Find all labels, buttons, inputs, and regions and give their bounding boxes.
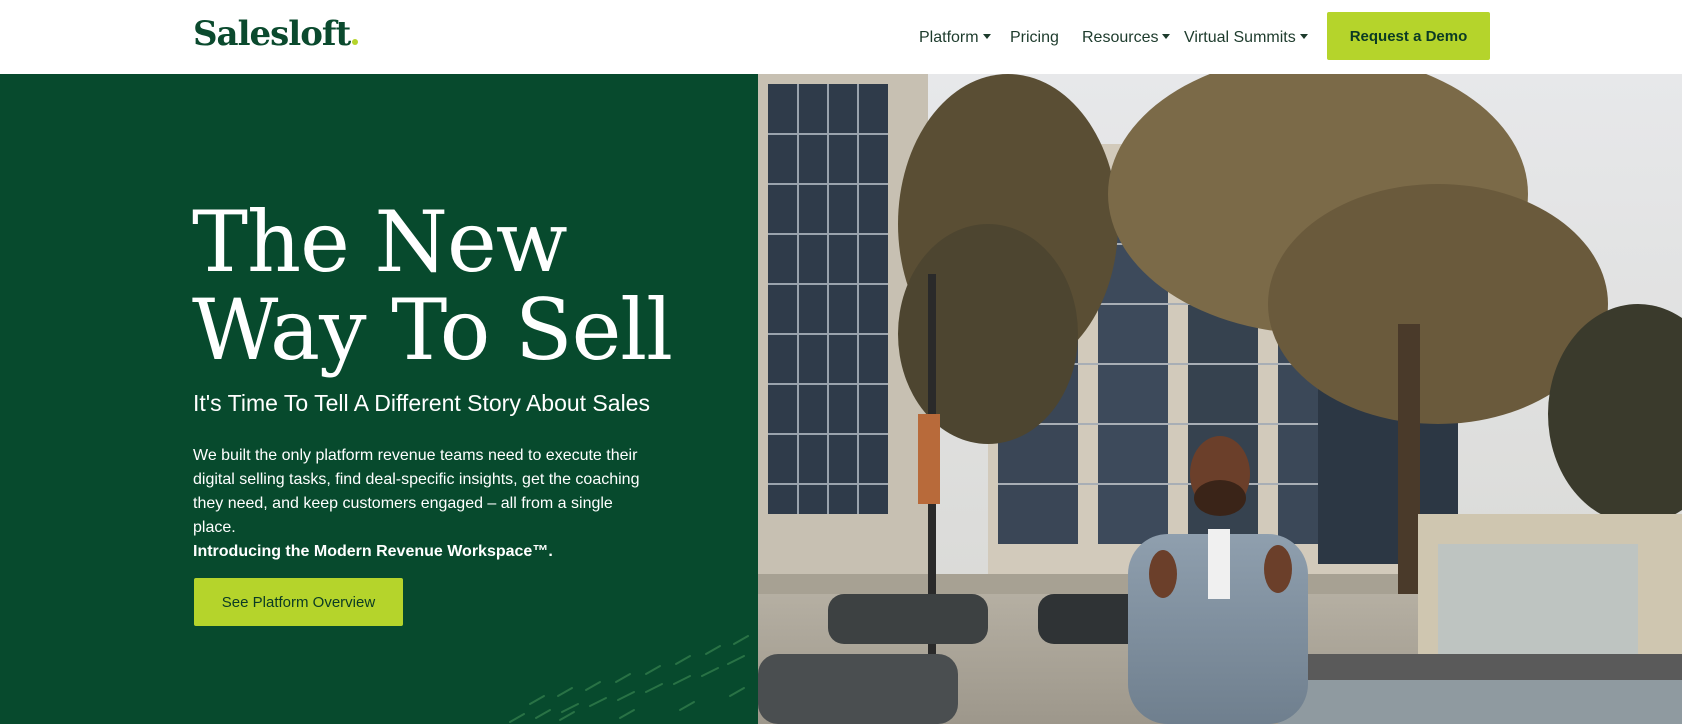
nav-label: Platform [919,29,979,46]
hero-description: We built the only platform revenue teams… [193,444,653,564]
hero-video-still [758,74,1682,724]
nav-label: Resources [1082,29,1159,46]
hero-body-strong: Introducing the Modern Revenue Workspace… [193,543,553,560]
nav-item-pricing[interactable]: Pricing [1010,26,1059,50]
hero-title: The New Way To Sell [192,198,752,374]
caret-down-icon [1162,33,1171,39]
hero-video[interactable] [758,74,1682,724]
nav-label: Virtual Summits [1184,29,1296,46]
nav-item-resources[interactable]: Resources [1082,26,1171,50]
nav-item-platform[interactable]: Platform [919,26,991,50]
hero-title-line-1: The New [192,193,568,291]
see-platform-overview-button[interactable]: See Platform Overview [194,578,403,626]
salesloft-logo[interactable]: Salesloft [193,14,359,54]
logo-text: Salesloft [193,14,351,54]
hero-text-panel: The New Way To Sell It's Time To Tell A … [0,74,758,724]
caret-down-icon [982,33,991,39]
decorative-dash-pattern [509,635,749,723]
request-demo-button[interactable]: Request a Demo [1327,12,1490,60]
hero-section: The New Way To Sell It's Time To Tell A … [0,74,1682,724]
logo-dot [352,39,359,45]
nav-label: Pricing [1010,29,1059,46]
caret-down-icon [1299,33,1308,39]
hero-subtitle: It's Time To Tell A Different Story Abou… [193,390,650,416]
hero-body-text: We built the only platform revenue teams… [193,447,640,536]
hero-title-line-2: Way To Sell [192,281,673,379]
nav-item-virtual-summits[interactable]: Virtual Summits [1184,26,1308,50]
site-header: Salesloft Platform Pricing Resources Vir… [0,0,1682,74]
